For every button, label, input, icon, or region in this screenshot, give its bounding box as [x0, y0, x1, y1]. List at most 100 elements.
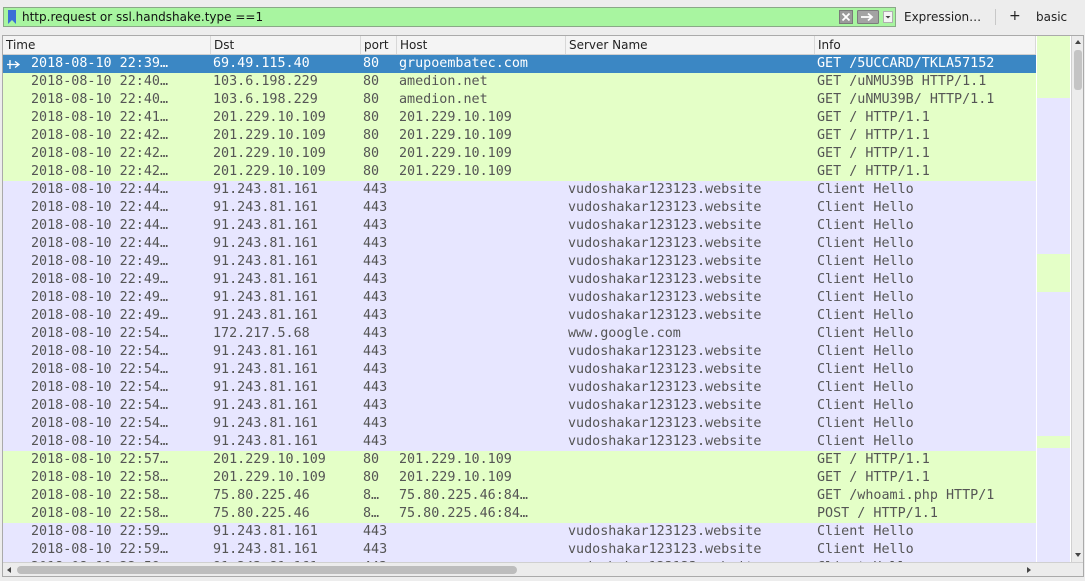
- cell-dst: 91.243.81.161: [213, 254, 318, 269]
- packet-row[interactable]: 2018-08-10 22:42… 201.229.10.109 80 201.229…: [3, 127, 1036, 145]
- column-header-info[interactable]: Info: [815, 36, 1036, 54]
- add-filter-button[interactable]: +: [1005, 6, 1025, 26]
- cell-server-name: vudoshakar123123.website: [568, 398, 762, 413]
- cell-port: 443: [363, 308, 388, 323]
- cell-time: 2018-08-10 22:58…: [31, 488, 169, 503]
- cell-server-name: [568, 91, 814, 109]
- cell-info: Client Hello: [817, 290, 914, 305]
- packet-row[interactable]: 2018-08-10 22:44… 91.243.81.161 443 vudosha…: [3, 181, 1036, 199]
- cell-port: 80: [363, 146, 380, 161]
- cell-port: 443: [363, 344, 388, 359]
- packet-row[interactable]: 2018-08-10 22:41… 201.229.10.109 80 201.229…: [3, 109, 1036, 127]
- cell-dst: 103.6.198.229: [213, 74, 318, 89]
- cell-time: 2018-08-10 22:44…: [31, 236, 169, 251]
- packet-row[interactable]: 2018-08-10 22:54… 91.243.81.161 443 vudosha…: [3, 379, 1036, 397]
- minimap-segment: [1037, 36, 1070, 98]
- cell-dst: 91.243.81.161: [213, 182, 318, 197]
- packet-row[interactable]: 2018-08-10 22:54… 91.243.81.161 443 vudosha…: [3, 361, 1036, 379]
- scroll-up-icon[interactable]: [1072, 36, 1084, 48]
- cell-dst: 91.243.81.161: [213, 308, 318, 323]
- cell-host: amedion.net: [399, 74, 488, 89]
- cell-info: GET / HTTP/1.1: [817, 452, 930, 467]
- vertical-scrollbar[interactable]: [1071, 36, 1084, 562]
- chevron-down-icon[interactable]: [883, 11, 893, 23]
- cell-host: [399, 415, 565, 433]
- packet-row[interactable]: 2018-08-10 22:42… 201.229.10.109 80 201.229…: [3, 145, 1036, 163]
- cell-time: 2018-08-10 22:49…: [31, 290, 169, 305]
- column-header-host[interactable]: Host: [397, 36, 566, 54]
- cell-info: Client Hello: [817, 272, 914, 287]
- cell-host: [399, 541, 565, 559]
- cell-port: 8…: [363, 488, 380, 503]
- scroll-right-icon[interactable]: [1023, 564, 1035, 576]
- minimap-segment: [1037, 436, 1070, 448]
- cell-info: POST / HTTP/1.1: [817, 506, 938, 521]
- packet-row[interactable]: 2018-08-10 22:49… 91.243.81.161 443 vudosha…: [3, 307, 1036, 325]
- packet-row[interactable]: 2018-08-10 22:44… 91.243.81.161 443 vudosha…: [3, 199, 1036, 217]
- display-filter-input[interactable]: [22, 8, 832, 26]
- packet-row[interactable]: 2018-08-10 22:54… 91.243.81.161 443 vudosha…: [3, 433, 1036, 451]
- cell-time: 2018-08-10 22:49…: [31, 254, 169, 269]
- packet-row[interactable]: 2018-08-10 22:42… 201.229.10.109 80 201.229…: [3, 163, 1036, 181]
- horizontal-scrollbar[interactable]: [3, 562, 1037, 576]
- packet-row[interactable]: 2018-08-10 22:54… 172.217.5.68 443 www.goog…: [3, 325, 1036, 343]
- cell-server-name: vudoshakar123123.website: [568, 200, 762, 215]
- scroll-down-icon[interactable]: [1072, 549, 1084, 561]
- apply-filter-icon[interactable]: [857, 10, 879, 24]
- expression-button[interactable]: Expression…: [898, 7, 987, 27]
- cell-time: 2018-08-10 22:42…: [31, 146, 169, 161]
- cell-server-name: [568, 55, 814, 73]
- packet-row[interactable]: 2018-08-10 22:44… 91.243.81.161 443 vudosha…: [3, 235, 1036, 253]
- packet-row[interactable]: 2018-08-10 22:54… 91.243.81.161 443 vudosha…: [3, 343, 1036, 361]
- packet-row[interactable]: 2018-08-10 22:58… 75.80.225.46 8… 75.80.225…: [3, 487, 1036, 505]
- packet-row[interactable]: 2018-08-10 22:58… 201.229.10.109 80 201.229…: [3, 469, 1036, 487]
- cell-time: 2018-08-10 22:49…: [31, 308, 169, 323]
- cell-port: 80: [363, 164, 380, 179]
- cell-dst: 201.229.10.109: [213, 164, 326, 179]
- cell-host: [399, 397, 565, 415]
- packet-row[interactable]: 2018-08-10 22:49… 91.243.81.161 443 vudosha…: [3, 271, 1036, 289]
- cell-time: 2018-08-10 22:54…: [31, 344, 169, 359]
- packet-row[interactable]: 2018-08-10 22:58… 75.80.225.46 8… 75.80.225…: [3, 505, 1036, 523]
- packet-minimap[interactable]: [1037, 36, 1070, 562]
- cell-dst: 91.243.81.161: [213, 524, 318, 539]
- packet-row[interactable]: 2018-08-10 22:49… 91.243.81.161 443 vudosha…: [3, 253, 1036, 271]
- horizontal-scroll-thumb[interactable]: [17, 566, 517, 574]
- packet-row[interactable]: 2018-08-10 22:54… 91.243.81.161 443 vudosha…: [3, 397, 1036, 415]
- packet-row[interactable]: 2018-08-10 22:59… 91.243.81.161 443 vudosha…: [3, 541, 1036, 559]
- cell-dst: 201.229.10.109: [213, 452, 326, 467]
- packet-row[interactable]: 2018-08-10 22:40… 103.6.198.229 80 amedion.…: [3, 91, 1036, 109]
- cell-port: 443: [363, 416, 388, 431]
- cell-info: Client Hello: [817, 182, 914, 197]
- cell-info: Client Hello: [817, 362, 914, 377]
- bookmark-icon[interactable]: [8, 10, 16, 24]
- column-header-dst[interactable]: Dst: [211, 36, 361, 54]
- cell-info: GET /whoami.php HTTP/1: [817, 488, 995, 503]
- packet-row[interactable]: 2018-08-10 22:54… 91.243.81.161 443 vudosha…: [3, 415, 1036, 433]
- column-header-server-name[interactable]: Server Name: [566, 36, 815, 54]
- cell-host: [399, 289, 565, 307]
- cell-time: 2018-08-10 22:54…: [31, 398, 169, 413]
- packet-row[interactable]: 2018-08-10 22:59… 91.243.81.161 443 vudosha…: [3, 523, 1036, 541]
- cell-dst: 75.80.225.46: [213, 488, 310, 503]
- cell-host: 201.229.10.109: [399, 470, 512, 485]
- packet-row[interactable]: 2018-08-10 22:49… 91.243.81.161 443 vudosha…: [3, 289, 1036, 307]
- packet-row[interactable]: 2018-08-10 22:44… 91.243.81.161 443 vudosha…: [3, 217, 1036, 235]
- packet-row[interactable]: 2018-08-10 22:40… 103.6.198.229 80 amedion.…: [3, 73, 1036, 91]
- packet-row[interactable]: 2018-08-10 22:57… 201.229.10.109 80 201.229…: [3, 451, 1036, 469]
- cell-host: [399, 433, 565, 451]
- cell-host: 201.229.10.109: [399, 164, 512, 179]
- cell-server-name: [568, 487, 814, 505]
- cell-port: 443: [363, 362, 388, 377]
- vertical-scroll-thumb[interactable]: [1074, 50, 1082, 90]
- column-header-time[interactable]: Time: [3, 36, 211, 54]
- cell-info: Client Hello: [817, 434, 914, 449]
- cell-port: 443: [363, 524, 388, 539]
- column-header-port[interactable]: port: [361, 36, 397, 54]
- scroll-left-icon[interactable]: [3, 564, 15, 576]
- cell-port: 80: [363, 128, 380, 143]
- cell-host: 75.80.225.46:84…: [399, 506, 528, 521]
- clear-filter-icon[interactable]: [839, 10, 853, 24]
- basic-filter-button[interactable]: basic: [1032, 7, 1071, 27]
- packet-row-selected[interactable]: 2018-08-10 22:39… 69.49.115.40 80 grupoemba…: [3, 55, 1036, 73]
